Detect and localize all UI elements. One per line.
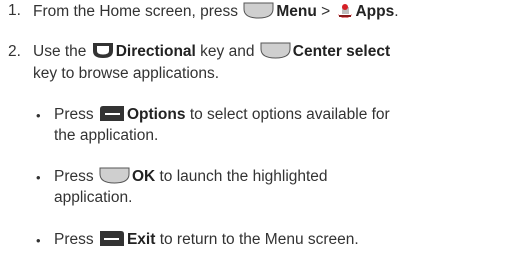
key-label: Options xyxy=(126,106,186,123)
bullet-text: Press xyxy=(54,231,94,248)
step-2-text: Use the Directional key and Center selec… xyxy=(33,42,390,61)
bullet-text: to select options available for xyxy=(189,106,390,123)
step-number: 2. xyxy=(8,43,21,60)
step-2-continued: key to browse applications. xyxy=(33,65,220,82)
key-label: Center select xyxy=(292,43,391,60)
step-text: Use the xyxy=(33,43,87,60)
key-label: Apps xyxy=(355,3,395,20)
key-label: Directional xyxy=(115,43,196,60)
bullet-mark: • xyxy=(36,170,41,185)
bullet-1-continued: the application. xyxy=(54,127,159,144)
step-text: . xyxy=(394,3,399,20)
step-1-text: From the Home screen, press Menu > Apps. xyxy=(33,1,399,21)
apps-icon xyxy=(336,1,354,19)
bullet-mark: • xyxy=(36,233,41,248)
bullet-text: to launch the highlighted xyxy=(159,168,328,185)
center-key-icon xyxy=(260,42,291,59)
left-softkey-icon xyxy=(99,105,125,122)
center-key-icon xyxy=(99,167,130,184)
key-label: Exit xyxy=(126,231,156,248)
bullet-text: to return to the Menu screen. xyxy=(159,231,359,248)
bullet-text: Press xyxy=(54,106,94,123)
bullet-2-continued: application. xyxy=(54,189,133,206)
bullet-1-text: Press Options to select options availabl… xyxy=(54,105,390,124)
separator: > xyxy=(321,3,331,20)
bullet-text: Press xyxy=(54,168,94,185)
step-number: 1. xyxy=(8,2,21,19)
key-label: OK xyxy=(131,168,156,185)
bullet-2-text: Press OK to launch the highlighted xyxy=(54,167,328,186)
directional-key-icon xyxy=(92,42,114,59)
right-softkey-icon xyxy=(99,230,125,247)
instructions-page: 1. From the Home screen, press Menu > Ap… xyxy=(0,0,513,259)
bullet-mark: • xyxy=(36,108,41,123)
step-text: key and xyxy=(200,43,255,60)
bullet-3-text: Press Exit to return to the Menu screen. xyxy=(54,230,359,249)
key-label: Menu xyxy=(276,3,317,20)
step-text: From the Home screen, press xyxy=(33,3,239,20)
center-key-icon xyxy=(243,2,274,19)
